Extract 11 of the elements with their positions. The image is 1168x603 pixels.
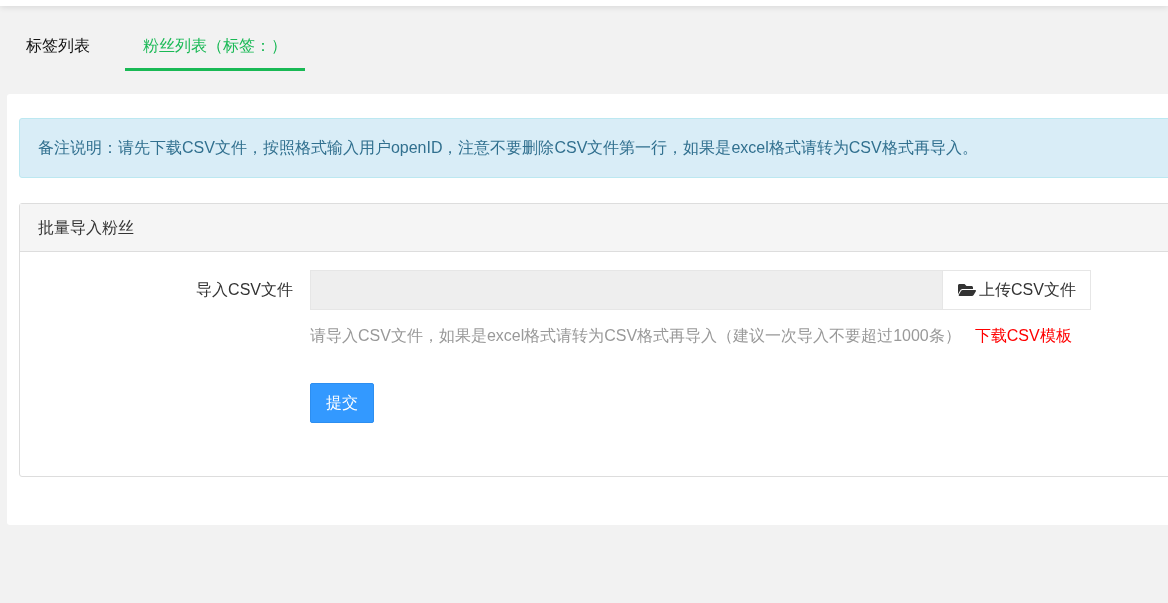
upload-button[interactable]: 上传CSV文件 bbox=[943, 270, 1091, 310]
tab[interactable]: 粉丝列表（标签：） bbox=[125, 23, 305, 71]
panel-title: 批量导入粉丝 bbox=[38, 217, 134, 238]
submit-button[interactable]: 提交 bbox=[310, 383, 374, 423]
file-path-field[interactable] bbox=[310, 270, 943, 310]
field-label: 导入CSV文件 bbox=[196, 280, 293, 300]
download-template-link[interactable]: 下载CSV模板 bbox=[974, 324, 1072, 348]
tab[interactable]: 标签列表 bbox=[8, 23, 108, 71]
notice-text: 备注说明：请先下载CSV文件，按照格式输入用户openID，注意不要删除CSV文件第一行，如果是excel格式请转为CSV格式再导入。 bbox=[38, 138, 978, 158]
help-text: 请导入CSV文件，如果是excel格式请转为CSV格式再导入（建议一次导入不要超过1000条） bbox=[310, 326, 961, 346]
folder-icon bbox=[957, 282, 978, 298]
